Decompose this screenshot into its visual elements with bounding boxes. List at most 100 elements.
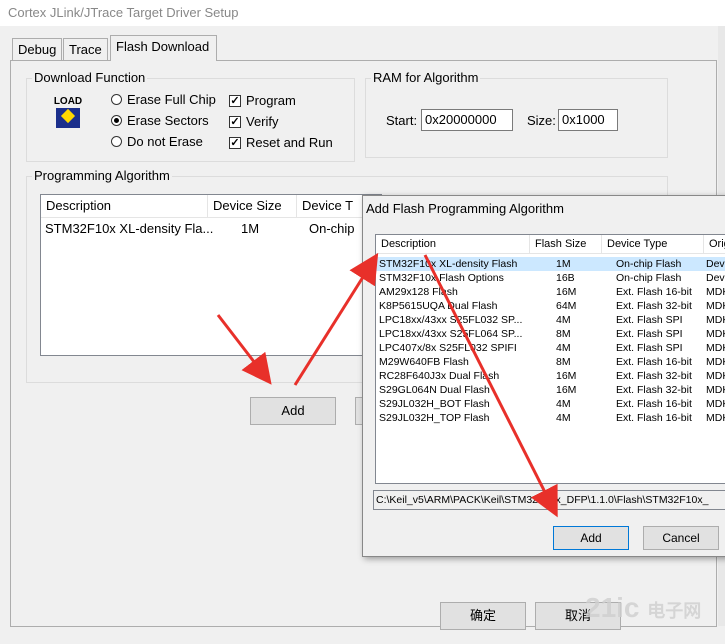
dialog-item-size: 1M	[556, 258, 571, 270]
algorithm-path: C:\Keil_v5\ARM\PACK\Keil\STM32F1xx_DFP\1…	[373, 490, 725, 510]
list-item-type: On-chip	[309, 221, 355, 236]
dialog-item-type: Ext. Flash 16-bit	[616, 286, 692, 298]
ram-start-label: Start:	[386, 113, 418, 128]
dialog-list-item[interactable]: AM29x128 Flash 16M Ext. Flash 16-bit MDK	[376, 285, 725, 299]
dialog-list-item[interactable]: K8P5615UQA Dual Flash 64M Ext. Flash 32-bi…	[376, 299, 725, 313]
dialog-list-header: Description Flash Size Device Type Origi	[376, 235, 725, 254]
dialog-header-flash-size[interactable]: Flash Size	[530, 235, 602, 253]
load-icon-text: LOAD	[53, 96, 83, 107]
dialog-list-item[interactable]: S29JL032H_BOT Flash 4M Ext. Flash 16-bit MD…	[376, 397, 725, 411]
dialog-item-origin: MDK	[706, 398, 725, 410]
dialog-item-origin: MDK	[706, 342, 725, 354]
dialog-item-description: S29GL064N Dual Flash	[379, 384, 490, 396]
dialog-item-type: Ext. Flash 32-bit	[616, 370, 692, 382]
dialog-header-description[interactable]: Description	[376, 235, 530, 253]
tab-trace[interactable]: Trace	[63, 38, 108, 60]
dialog-item-description: LPC18xx/43xx S25FL064 SP...	[379, 328, 523, 340]
dialog-header-device-type[interactable]: Device Type	[602, 235, 704, 253]
dialog-item-type: Ext. Flash 16-bit	[616, 412, 692, 424]
dialog-list-item[interactable]: S29JL032H_TOP Flash 4M Ext. Flash 16-bit MD…	[376, 411, 725, 425]
dialog-item-size: 16M	[556, 370, 577, 382]
dialog-item-type: Ext. Flash 16-bit	[616, 398, 692, 410]
dialog-item-type: On-chip Flash	[616, 258, 682, 270]
dialog-item-description: K8P5615UQA Dual Flash	[379, 300, 498, 312]
dialog-cancel-button[interactable]: Cancel	[643, 526, 719, 550]
dialog-list-item[interactable]: S29GL064N Dual Flash 16M Ext. Flash 32-bit…	[376, 383, 725, 397]
dialog-header-origin[interactable]: Origi	[704, 235, 725, 253]
radio-erase-full-chip[interactable]	[111, 94, 122, 105]
dialog-item-origin: MDK	[706, 300, 725, 312]
tab-trace-label: Trace	[69, 42, 102, 57]
dialog-title: Add Flash Programming Algorithm	[366, 201, 564, 216]
tab-debug-label: Debug	[18, 42, 57, 57]
dialog-item-size: 4M	[556, 314, 571, 326]
programming-list-header: Description Device Size Device T	[41, 195, 387, 218]
dialog-item-description: STM32F10x Flash Options	[379, 272, 504, 284]
radio-do-not-erase-label: Do not Erase	[127, 134, 203, 149]
dialog-item-type: Ext. Flash 16-bit	[616, 356, 692, 368]
list-item-description: STM32F10x XL-density Fla...	[45, 221, 214, 236]
download-function-legend: Download Function	[32, 70, 148, 85]
checkbox-program[interactable]: ✓	[229, 95, 241, 107]
checkbox-verify[interactable]: ✓	[229, 116, 241, 128]
dialog-item-size: 16B	[556, 272, 575, 284]
dialog-list-item[interactable]: STM32F10x XL-density Flash 1M On-chip Flas…	[376, 257, 725, 271]
dialog-item-origin: MDK	[706, 286, 725, 298]
dialog-item-type: On-chip Flash	[616, 272, 682, 284]
dialog-item-origin: MDK	[706, 370, 725, 382]
dialog-item-origin: MDK	[706, 314, 725, 326]
add-button[interactable]: Add	[250, 397, 336, 425]
dialog-add-button[interactable]: Add	[553, 526, 629, 550]
ok-button[interactable]: 确定	[440, 602, 526, 630]
ram-legend: RAM for Algorithm	[371, 70, 481, 85]
watermark-brand: 21ic	[585, 592, 640, 623]
checkbox-reset-run[interactable]: ✓	[229, 137, 241, 149]
dialog-list-item[interactable]: M29W640FB Flash 8M Ext. Flash 16-bit MDK	[376, 355, 725, 369]
radio-erase-sectors[interactable]	[111, 115, 122, 126]
ram-size-input[interactable]: 0x1000	[558, 109, 618, 131]
programming-algorithm-list[interactable]: Description Device Size Device T STM32F1…	[40, 194, 387, 356]
ram-start-input[interactable]: 0x20000000	[421, 109, 513, 131]
dialog-item-type: Ext. Flash SPI	[616, 342, 683, 354]
dialog-item-origin: MDK	[706, 412, 725, 424]
dialog-item-description: AM29x128 Flash	[379, 286, 458, 298]
title-bar: Cortex JLink/JTrace Target Driver Setup	[0, 0, 725, 26]
watermark-logo: 21ic 电子网	[585, 592, 701, 624]
header-device-size[interactable]: Device Size	[208, 195, 297, 217]
ram-size-label: Size:	[527, 113, 556, 128]
dialog-list-item[interactable]: LPC18xx/43xx S25FL032 SP... 4M Ext. Flash …	[376, 313, 725, 327]
dialog-item-origin: Devi	[706, 272, 725, 284]
dialog-item-type: Ext. Flash 32-bit	[616, 384, 692, 396]
list-item[interactable]: STM32F10x XL-density Fla... 1M On-chip	[41, 218, 381, 240]
radio-erase-sectors-label: Erase Sectors	[127, 113, 209, 128]
dialog-item-description: S29JL032H_BOT Flash	[379, 398, 490, 410]
dialog-item-size: 4M	[556, 412, 571, 424]
dialog-list-item[interactable]: STM32F10x Flash Options 16B On-chip Flash D…	[376, 271, 725, 285]
dialog-item-description: STM32F10x XL-density Flash	[379, 258, 518, 270]
dialog-list-item[interactable]: LPC18xx/43xx S25FL064 SP... 8M Ext. Flash …	[376, 327, 725, 341]
header-description[interactable]: Description	[41, 195, 208, 217]
dialog-list-item[interactable]: RC28F640J3x Dual Flash 16M Ext. Flash 32-b…	[376, 369, 725, 383]
tab-debug[interactable]: Debug	[12, 38, 63, 60]
dialog-item-origin: Devi	[706, 258, 725, 270]
dialog-item-type: Ext. Flash 32-bit	[616, 300, 692, 312]
dialog-item-type: Ext. Flash SPI	[616, 314, 683, 326]
dialog-item-size: 8M	[556, 356, 571, 368]
tab-flash-download[interactable]: Flash Download	[110, 35, 217, 61]
list-item-size: 1M	[241, 221, 260, 236]
dialog-item-size: 16M	[556, 286, 577, 298]
flash-algorithm-list[interactable]: Description Flash Size Device Type Origi…	[375, 234, 725, 484]
load-icon: LOAD	[52, 96, 84, 130]
programming-algorithm-legend: Programming Algorithm	[32, 168, 172, 183]
dialog-list-item[interactable]: LPC407x/8x S25FL032 SPIFI 4M Ext. Flash SP…	[376, 341, 725, 355]
radio-do-not-erase[interactable]	[111, 136, 122, 147]
dialog-item-size: 64M	[556, 300, 577, 312]
add-flash-dialog: Add Flash Programming Algorithm Descript…	[362, 195, 725, 557]
checkbox-program-label: Program	[246, 93, 296, 108]
checkbox-reset-run-label: Reset and Run	[246, 135, 333, 150]
dialog-item-size: 4M	[556, 342, 571, 354]
dialog-item-origin: MDK	[706, 328, 725, 340]
watermark-cn: 电子网	[647, 601, 702, 621]
checkbox-verify-label: Verify	[246, 114, 279, 129]
dialog-item-description: S29JL032H_TOP Flash	[379, 412, 490, 424]
